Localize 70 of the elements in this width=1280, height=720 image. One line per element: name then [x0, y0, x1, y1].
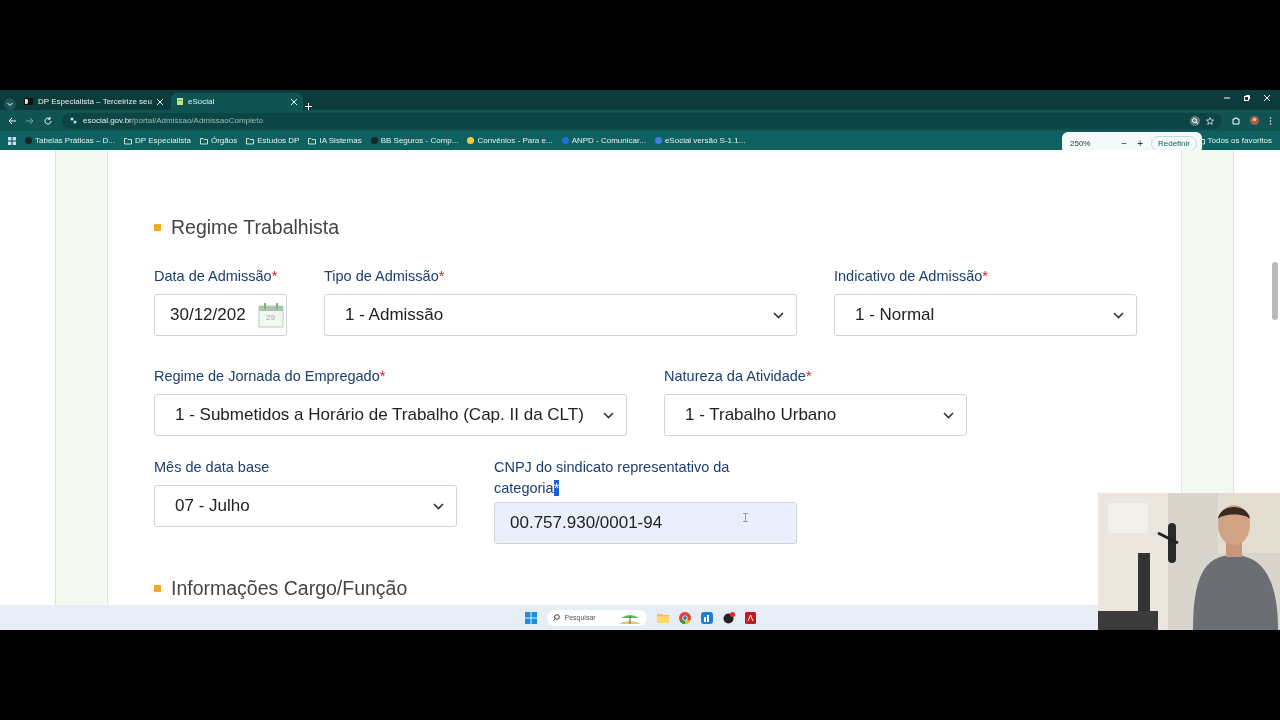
field-label: Regime de Jornada do Empregado*: [154, 367, 387, 386]
date-field[interactable]: 30/12/202 29: [154, 294, 287, 336]
pdf-icon[interactable]: [744, 611, 756, 624]
select-field[interactable]: 1 - Admissão: [324, 294, 797, 336]
bookmark[interactable]: IA Sistemas: [308, 136, 362, 145]
bookmark[interactable]: Órgãos: [199, 136, 238, 145]
chevron-down-icon: [943, 411, 954, 419]
zoom-in-button[interactable]: +: [1135, 137, 1145, 149]
site-icon: [370, 137, 378, 144]
select-field[interactable]: 1 - Submetidos a Horário de Trabalho (Cap. II da CLT): [154, 394, 627, 436]
select-field[interactable]: 1 - Normal: [834, 294, 1137, 336]
site-icon: [467, 137, 475, 144]
site-icon: [561, 137, 569, 144]
site-settings-icon: [70, 117, 77, 124]
section-title: Regime Trabalhista: [171, 216, 339, 239]
browser-tab[interactable]: eSocial: [171, 93, 303, 110]
chevron-down-icon: [603, 411, 614, 419]
chevron-down-icon: [773, 311, 784, 319]
field-label: Data de Admissão*: [154, 267, 279, 286]
app-icon[interactable]: [722, 611, 735, 624]
search-icon: [552, 614, 560, 621]
forward-icon[interactable]: [26, 116, 34, 125]
new-tab-icon[interactable]: [305, 103, 312, 110]
bookmark[interactable]: Estudos DP: [246, 136, 300, 145]
bookmark[interactable]: Tabelas Práticas – D...: [25, 136, 116, 145]
minimize-icon[interactable]: [1224, 94, 1230, 101]
dp-logo-icon: [24, 98, 33, 105]
document-icon: [177, 98, 183, 105]
field-label: CNPJ do sindicato representativo da categoria*: [494, 458, 731, 498]
chart-app-icon[interactable]: [700, 611, 713, 624]
reload-icon[interactable]: [44, 116, 52, 125]
close-icon[interactable]: [157, 98, 163, 105]
tab-list-icon[interactable]: [4, 98, 16, 110]
zoom-out-button[interactable]: −: [1119, 137, 1130, 149]
address-bar[interactable]: esocial.gov.br/portal/Admissao/AdmissaoCompleto: [62, 112, 1222, 129]
bookmark-star-icon[interactable]: [1206, 116, 1214, 125]
field-label: Tipo de Admissão*: [324, 267, 446, 286]
chevron-down-icon: [433, 502, 444, 510]
site-icon: [25, 137, 32, 144]
zoom-level: 250%: [1070, 138, 1091, 148]
avatar-icon[interactable]: [1250, 116, 1259, 125]
field-label: Mês de data base: [154, 458, 271, 477]
section-marker-icon: [154, 585, 161, 592]
back-icon[interactable]: [8, 116, 16, 125]
input-field[interactable]: 00.757.930/0001-94: [494, 502, 797, 544]
calendar-day: 29: [266, 313, 275, 322]
restore-icon[interactable]: [1244, 94, 1250, 101]
field-label: Indicativo de Admissão*: [834, 267, 989, 286]
more-icon[interactable]: [1269, 116, 1272, 125]
section-marker-icon: [154, 224, 161, 231]
text-cursor-icon: [743, 513, 748, 522]
field-label: Natureza da Atividade*: [664, 367, 813, 386]
zoom-icon[interactable]: [1190, 115, 1200, 126]
site-icon: [654, 137, 662, 144]
calendar-icon: [258, 302, 284, 328]
select-field[interactable]: 1 - Trabalho Urbano: [664, 394, 967, 436]
bookmark[interactable]: eSocial versão S-1.1...: [654, 136, 746, 145]
apps-grid-icon[interactable]: [8, 136, 16, 145]
close-icon[interactable]: [291, 98, 297, 105]
windows-icon[interactable]: [524, 611, 537, 624]
section-title: Informações Cargo/Função: [171, 577, 408, 600]
scrollbar-thumb[interactable]: [1272, 262, 1278, 320]
bookmark[interactable]: ANPD - Comunicar...: [561, 136, 646, 145]
select-field[interactable]: 07 - Julho: [154, 485, 457, 527]
bookmark[interactable]: BB Seguros - Comp...: [370, 136, 459, 145]
chevron-down-icon: [1113, 311, 1124, 319]
browser-tab[interactable]: DP Especialista – Terceirize seu: [18, 93, 169, 110]
chrome-icon[interactable]: [678, 611, 691, 624]
bookmark[interactable]: DP Especialista: [124, 136, 191, 145]
bookmark[interactable]: Convênios - Para e...: [467, 136, 553, 145]
